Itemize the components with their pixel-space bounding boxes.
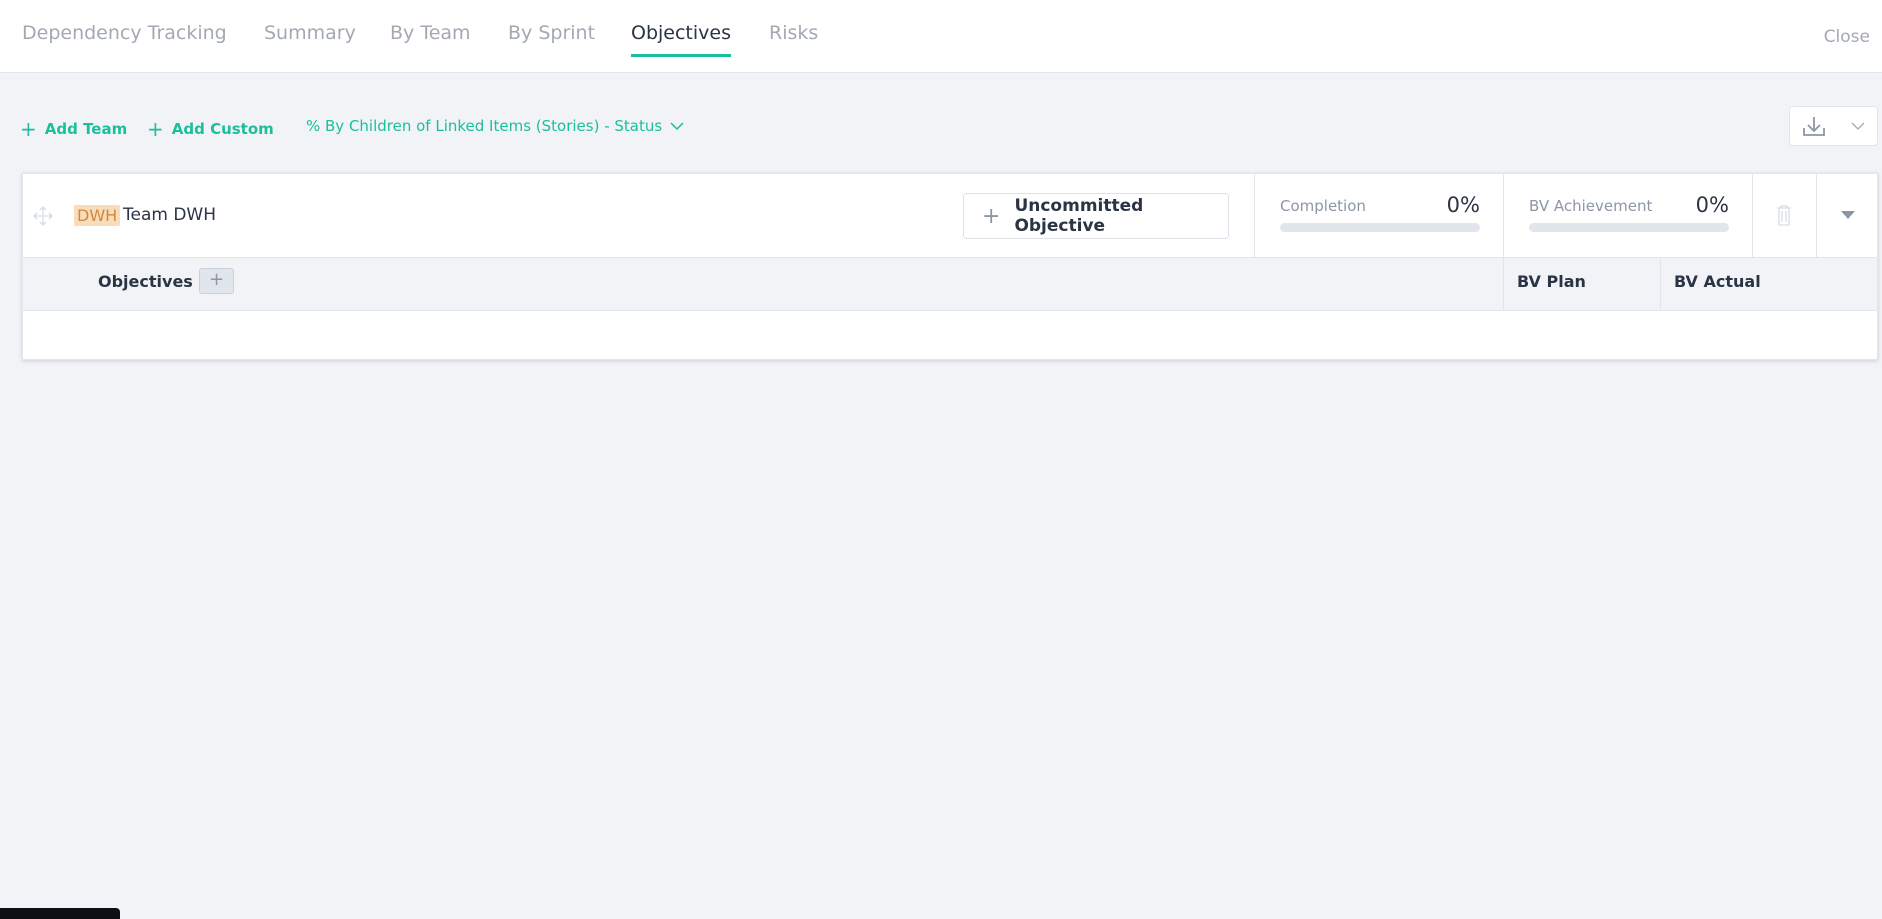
team-badge: DWH bbox=[74, 205, 121, 226]
uncommitted-objective-label: Uncommitted Objective bbox=[1014, 196, 1144, 236]
completion-label: Completion bbox=[1280, 197, 1366, 215]
progress-mode-label: % By Children of Linked Items (Stories) … bbox=[306, 117, 663, 135]
bv-actual-header: BV Actual bbox=[1674, 272, 1761, 291]
plus-icon: + bbox=[982, 203, 1001, 229]
tab-risks[interactable]: Risks bbox=[769, 22, 818, 54]
tab-by-team[interactable]: By Team bbox=[390, 22, 471, 54]
tab-summary[interactable]: Summary bbox=[264, 22, 356, 54]
add-custom-button[interactable]: + Add Custom bbox=[147, 117, 274, 141]
trash-icon[interactable] bbox=[1776, 204, 1792, 226]
drag-handle-icon[interactable] bbox=[33, 206, 53, 226]
completion-progress-bar bbox=[1280, 223, 1480, 232]
plus-icon: + bbox=[147, 117, 164, 141]
objectives-header: Objectives bbox=[98, 272, 193, 291]
bv-achievement-label: BV Achievement bbox=[1529, 197, 1653, 215]
download-icon bbox=[1803, 117, 1826, 136]
tab-objectives[interactable]: Objectives bbox=[631, 22, 731, 57]
close-button[interactable]: Close bbox=[1824, 27, 1870, 47]
caret-down-icon[interactable] bbox=[1841, 211, 1855, 220]
add-team-label: Add Team bbox=[44, 120, 128, 138]
tab-dependency-tracking[interactable]: Dependency Tracking bbox=[22, 22, 227, 54]
progress-mode-dropdown[interactable]: % By Children of Linked Items (Stories) … bbox=[306, 117, 684, 135]
bv-achievement-progress-bar bbox=[1529, 223, 1729, 232]
objectives-column-header: Objectives + BV Plan BV Actual bbox=[23, 258, 1877, 311]
team-name: Team DWH bbox=[123, 205, 217, 225]
bv-achievement-value: 0% bbox=[1695, 193, 1729, 217]
tab-by-sprint[interactable]: By Sprint bbox=[508, 22, 595, 54]
export-button[interactable] bbox=[1789, 106, 1878, 146]
team-card: DWH Team DWH + Uncommitted Objective Comp… bbox=[22, 173, 1878, 360]
add-objective-button[interactable]: + bbox=[199, 268, 234, 294]
team-header: DWH Team DWH + Uncommitted Objective Comp… bbox=[23, 174, 1877, 258]
status-tooltip bbox=[0, 908, 120, 919]
add-team-button[interactable]: + Add Team bbox=[20, 117, 127, 141]
chevron-down-icon[interactable] bbox=[1851, 121, 1865, 131]
completion-value: 0% bbox=[1446, 193, 1480, 217]
completion-metric: Completion 0% bbox=[1280, 193, 1480, 232]
plus-icon: + bbox=[20, 117, 37, 141]
uncommitted-objective-button[interactable]: + Uncommitted Objective bbox=[963, 193, 1229, 239]
bv-plan-header: BV Plan bbox=[1517, 272, 1586, 291]
add-custom-label: Add Custom bbox=[171, 120, 274, 138]
tab-bar: Dependency Tracking Summary By Team By S… bbox=[0, 0, 1882, 73]
bv-achievement-metric: BV Achievement 0% bbox=[1529, 193, 1729, 232]
chevron-down-icon bbox=[670, 122, 684, 131]
